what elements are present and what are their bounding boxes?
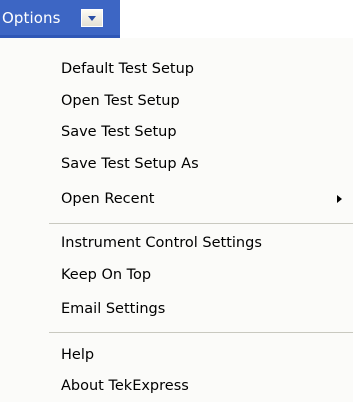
menu-item-save-test-setup[interactable]: Save Test Setup (61, 123, 177, 141)
menu-item-open-recent[interactable]: Open Recent (61, 190, 154, 208)
menu-item-open-test-setup[interactable]: Open Test Setup (61, 92, 180, 110)
chevron-down-icon[interactable] (81, 9, 103, 27)
menu-item-instrument-control-settings[interactable]: Instrument Control Settings (61, 234, 262, 252)
menu-item-keep-on-top[interactable]: Keep On Top (61, 266, 151, 284)
menu-item-help[interactable]: Help (61, 346, 94, 364)
dropdown-glyph (88, 16, 96, 21)
menu-separator (49, 223, 353, 224)
menu-item-email-settings[interactable]: Email Settings (61, 300, 165, 318)
options-label: Options (2, 9, 61, 27)
menu-item-save-test-setup-as[interactable]: Save Test Setup As (61, 155, 199, 173)
options-menu-button[interactable]: Options (0, 0, 120, 38)
menu-icon-gutter (0, 38, 34, 402)
menu-separator (49, 332, 353, 333)
menu-item-about-tekexpress[interactable]: About TekExpress (61, 377, 189, 395)
menu-item-default-test-setup[interactable]: Default Test Setup (61, 60, 194, 78)
submenu-arrow-icon (337, 195, 342, 203)
options-dropdown-menu: Default Test Setup Open Test Setup Save … (0, 38, 353, 402)
